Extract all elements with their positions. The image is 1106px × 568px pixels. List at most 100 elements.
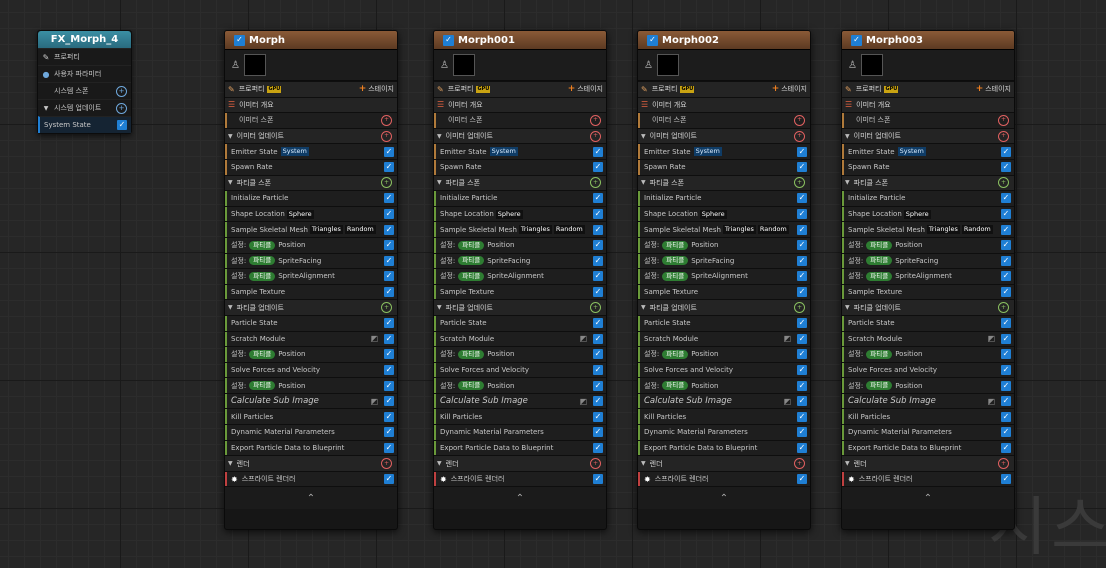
enable-checkbox[interactable]: ✓ <box>1001 209 1011 220</box>
add-stage-icon[interactable]: + <box>772 84 780 94</box>
module-row[interactable]: Spawn Rate ✓ <box>225 158 397 175</box>
emitter-node[interactable]: ✓ Morph003 ♙ ✎ 프로퍼티 GPU + 스테이지 ☰ 이미터 개요 … <box>841 30 1015 530</box>
render-header[interactable]: ▼ 렌더 + <box>842 455 1014 471</box>
module-row[interactable]: Emitter State System ✓ <box>842 143 1014 159</box>
module-row[interactable]: Solve Forces and Velocity ✓ <box>842 361 1014 378</box>
enable-checkbox[interactable]: ✓ <box>593 318 603 329</box>
enable-checkbox[interactable]: ✓ <box>384 333 394 344</box>
enable-checkbox[interactable]: ✓ <box>593 271 603 282</box>
emitter-node[interactable]: ✓ Morph001 ♙ ✎ 프로퍼티 GPU + 스테이지 ☰ 이미터 개요 … <box>433 30 607 530</box>
module-row[interactable]: Initialize Particle ✓ <box>638 190 810 206</box>
renderer-row[interactable]: ✸ 스프라이트 렌더러 ✓ <box>638 470 810 487</box>
enable-checkbox[interactable]: ✓ <box>384 349 394 360</box>
module-row[interactable]: Sample Texture ✓ <box>434 283 606 300</box>
module-row[interactable]: Calculate Sub Image ◩ ✓ <box>842 392 1014 409</box>
add-stage-icon[interactable]: + <box>976 84 984 94</box>
add-module-icon[interactable]: + <box>794 177 805 189</box>
enable-checkbox[interactable]: ✓ <box>384 474 394 485</box>
module-row[interactable]: Export Particle Data to Blueprint ✓ <box>434 439 606 456</box>
module-row[interactable]: 설정: 파티클 SpriteFacing ✓ <box>638 252 810 269</box>
module-row[interactable]: Spawn Rate ✓ <box>434 158 606 175</box>
emitter-spawn-row[interactable]: 이미터 스폰 + <box>638 112 810 128</box>
module-row[interactable]: Dynamic Material Parameters ✓ <box>842 424 1014 440</box>
module-row[interactable]: 설정: 파티클 SpriteAlignment ✓ <box>225 268 397 284</box>
emitter-thumbnail[interactable] <box>243 54 266 76</box>
particle-update-header[interactable]: ▼ 파티클 업데이트 + <box>638 299 810 315</box>
enable-checkbox[interactable]: ✓ <box>384 411 394 422</box>
collapse-triangle-icon[interactable]: ▼ <box>845 179 850 186</box>
module-row[interactable]: Export Particle Data to Blueprint ✓ <box>842 439 1014 456</box>
add-module-icon[interactable]: + <box>998 114 1009 126</box>
system-spawn-row[interactable]: 시스템 스폰 + <box>38 82 131 99</box>
module-row[interactable]: Calculate Sub Image ◩ ✓ <box>638 392 810 409</box>
enable-checkbox[interactable]: ✓ <box>384 162 394 173</box>
enable-checkbox[interactable]: ✓ <box>1001 224 1011 235</box>
enable-checkbox[interactable]: ✓ <box>797 442 807 453</box>
enable-checkbox[interactable]: ✓ <box>1001 442 1011 453</box>
enable-checkbox[interactable]: ✓ <box>1001 474 1011 485</box>
add-module-icon[interactable]: + <box>794 114 805 126</box>
module-row[interactable]: 설정: 파티클 Position ✓ <box>225 377 397 393</box>
enable-checkbox[interactable]: ✓ <box>797 427 807 438</box>
module-row[interactable]: Sample Texture ✓ <box>842 283 1014 300</box>
scratch-pad-icon[interactable]: ◩ <box>783 397 791 406</box>
module-row[interactable]: 설정: 파티클 SpriteFacing ✓ <box>842 252 1014 269</box>
add-stage-button[interactable]: 스테이지 <box>985 84 1011 94</box>
emitter-summary-row[interactable]: ☰ 이미터 개요 <box>225 96 397 113</box>
emitter-enable-checkbox[interactable]: ✓ <box>851 34 862 46</box>
enable-checkbox[interactable]: ✓ <box>797 224 807 235</box>
enable-checkbox[interactable]: ✓ <box>593 333 603 344</box>
enable-checkbox[interactable]: ✓ <box>1001 162 1011 173</box>
enable-checkbox[interactable]: ✓ <box>797 240 807 251</box>
enable-checkbox[interactable]: ✓ <box>593 209 603 220</box>
emitter-summary-row[interactable]: ☰ 이미터 개요 <box>638 96 810 113</box>
add-module-icon[interactable]: + <box>998 177 1009 189</box>
enable-checkbox[interactable]: ✓ <box>384 380 394 391</box>
module-row[interactable]: Calculate Sub Image ◩ ✓ <box>225 392 397 409</box>
module-row[interactable]: Solve Forces and Velocity ✓ <box>638 361 810 378</box>
module-row[interactable]: Export Particle Data to Blueprint ✓ <box>638 439 810 456</box>
enable-checkbox[interactable]: ✓ <box>1001 349 1011 360</box>
collapse-triangle-icon[interactable]: ▼ <box>641 133 646 140</box>
enable-checkbox[interactable]: ✓ <box>1001 380 1011 391</box>
renderer-row[interactable]: ✸ 스프라이트 렌더러 ✓ <box>434 470 606 487</box>
module-row[interactable]: Sample Texture ✓ <box>638 283 810 300</box>
collapse-triangle-icon[interactable]: ▼ <box>641 460 646 467</box>
enable-checkbox[interactable]: ✓ <box>384 146 394 157</box>
emitter-properties-row[interactable]: ✎ 프로퍼티 GPU + 스테이지 <box>225 81 397 97</box>
module-row[interactable]: Shape Location Sphere ✓ <box>842 205 1014 222</box>
collapse-triangle-icon[interactable]: ▼ <box>42 104 50 112</box>
add-module-icon[interactable]: + <box>381 114 392 126</box>
enable-checkbox[interactable]: ✓ <box>797 318 807 329</box>
emitter-update-header[interactable]: ▼ 이미터 업데이트 + <box>225 127 397 144</box>
add-module-icon[interactable]: + <box>116 85 127 97</box>
system-user-params-row[interactable]: ● 사용자 파라미터 <box>38 65 131 82</box>
collapse-triangle-icon[interactable]: ▼ <box>845 304 850 311</box>
enable-checkbox[interactable]: ✓ <box>384 318 394 329</box>
system-node[interactable]: FX_Morph_4 ✎ 프로퍼티 ● 사용자 파라미터 시스템 스폰 + ▼ … <box>37 30 132 134</box>
enable-checkbox[interactable]: ✓ <box>593 255 603 266</box>
scratch-pad-icon[interactable]: ◩ <box>987 334 995 343</box>
emitter-thumbnail[interactable] <box>656 54 679 76</box>
particle-update-header[interactable]: ▼ 파티클 업데이트 + <box>225 299 397 315</box>
module-row[interactable]: Solve Forces and Velocity ✓ <box>225 361 397 378</box>
enable-checkbox[interactable]: ✓ <box>1001 240 1011 251</box>
module-row[interactable]: 설정: 파티클 SpriteAlignment ✓ <box>434 268 606 284</box>
collapse-triangle-icon[interactable]: ▼ <box>228 304 233 311</box>
add-module-icon[interactable]: + <box>794 302 805 314</box>
module-row[interactable]: 설정: 파티클 Position ✓ <box>842 346 1014 362</box>
module-row[interactable]: Solve Forces and Velocity ✓ <box>434 361 606 378</box>
particle-update-header[interactable]: ▼ 파티클 업데이트 + <box>434 299 606 315</box>
add-renderer-icon[interactable]: + <box>590 458 601 470</box>
enable-checkbox[interactable]: ✓ <box>593 474 603 485</box>
system-title[interactable]: FX_Morph_4 <box>38 31 131 48</box>
enable-checkbox[interactable]: ✓ <box>797 271 807 282</box>
enable-checkbox[interactable]: ✓ <box>797 209 807 220</box>
enable-checkbox[interactable]: ✓ <box>797 349 807 360</box>
add-renderer-icon[interactable]: + <box>381 458 392 470</box>
particle-spawn-header[interactable]: ▼ 파티클 스폰 + <box>638 174 810 191</box>
scratch-pad-icon[interactable]: ◩ <box>370 334 378 343</box>
enable-checkbox[interactable]: ✓ <box>593 349 603 360</box>
add-module-icon[interactable]: + <box>590 177 601 189</box>
collapse-triangle-icon[interactable]: ▼ <box>437 460 442 467</box>
